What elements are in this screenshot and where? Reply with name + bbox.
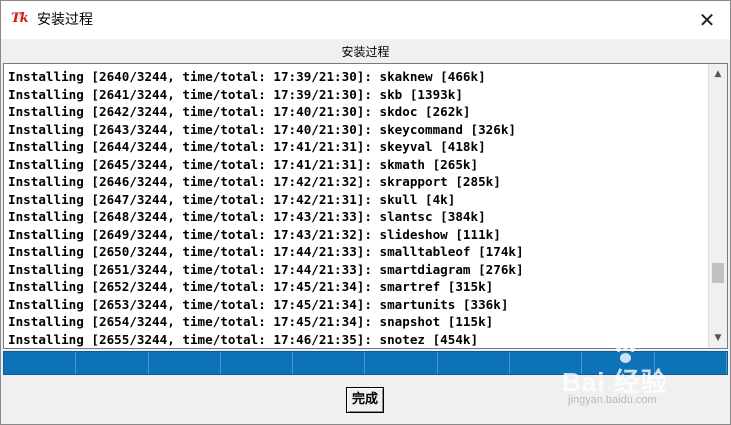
log-lines: Installing [2640/3244, time/total: 17:39…	[4, 68, 709, 348]
progress-segment	[438, 352, 511, 374]
log-line: Installing [2640/3244, time/total: 17:39…	[8, 69, 486, 84]
progress-bar	[3, 351, 728, 375]
scroll-up-icon[interactable]: ▲	[709, 66, 727, 82]
progress-segment	[76, 352, 149, 374]
tk-app-icon: Tk	[11, 11, 29, 26]
progress-segment	[510, 352, 583, 374]
watermark-sub: jingyan.baidu.com	[568, 394, 657, 406]
log-line: Installing [2649/3244, time/total: 17:43…	[8, 226, 501, 242]
scroll-thumb[interactable]	[712, 263, 724, 284]
log-line: Installing [2651/3244, time/total: 17:44…	[8, 261, 524, 277]
progress-segment	[582, 352, 655, 374]
progress-segment	[366, 352, 438, 374]
log-line: Installing [2652/3244, time/total: 17:45…	[8, 279, 494, 294]
log-line: Installing [2648/3244, time/total: 17:43…	[8, 209, 486, 224]
log-line: Installing [2650/3244, time/total: 17:44…	[8, 244, 524, 259]
log-line: Installing [2646/3244, time/total: 17:42…	[8, 174, 501, 189]
progress-segment	[149, 352, 221, 374]
scroll-down-icon[interactable]: ▼	[709, 330, 727, 346]
progress-segment	[293, 352, 366, 374]
log-line: Installing [2642/3244, time/total: 17:40…	[8, 104, 471, 119]
vertical-scrollbar[interactable]: ▲ ▼	[708, 64, 727, 348]
section-label: 安装过程	[341, 45, 390, 59]
log-line: Installing [2643/3244, time/total: 17:40…	[8, 121, 516, 137]
log-line: Installing [2654/3244, time/total: 17:45…	[8, 314, 494, 329]
close-button[interactable]: ✕	[694, 7, 720, 33]
progress-segment	[4, 352, 77, 374]
log-line: Installing [2653/3244, time/total: 17:45…	[8, 296, 509, 312]
log-panel: Installing [2640/3244, time/total: 17:39…	[3, 63, 728, 349]
log-line: Installing [2655/3244, time/total: 17:46…	[8, 331, 479, 347]
progress-segment	[221, 352, 294, 374]
window-title: 安装过程	[37, 12, 93, 28]
log-line: Installing [2645/3244, time/total: 17:41…	[8, 156, 479, 172]
log-line: Installing [2644/3244, time/total: 17:41…	[8, 139, 486, 154]
log-text-area[interactable]: Installing [2640/3244, time/total: 17:39…	[4, 64, 709, 348]
log-line: Installing [2647/3244, time/total: 17:42…	[8, 191, 456, 207]
installer-window: Tk 安装过程 ✕ 安装过程 Installing [2640/3244, ti…	[0, 0, 731, 425]
title-bar[interactable]: Tk 安装过程 ✕	[1, 1, 730, 39]
progress-segment	[655, 352, 727, 374]
log-line: Installing [2641/3244, time/total: 17:39…	[8, 86, 463, 102]
done-button[interactable]: 完成	[346, 387, 384, 413]
